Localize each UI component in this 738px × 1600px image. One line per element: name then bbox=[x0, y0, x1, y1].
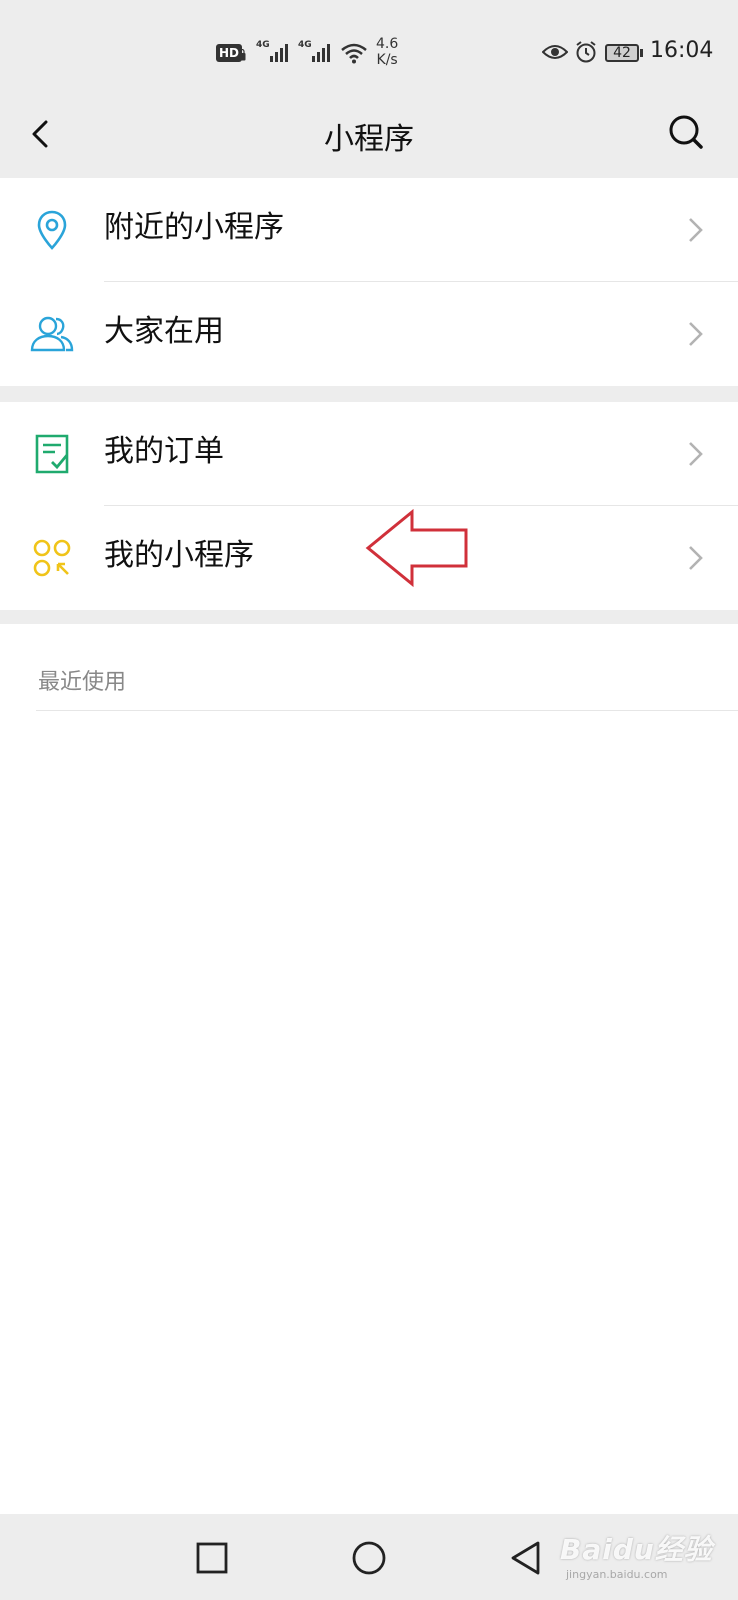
speed-unit: K/s bbox=[376, 52, 398, 68]
home-button[interactable] bbox=[349, 1538, 389, 1578]
system-back-button[interactable] bbox=[506, 1538, 546, 1578]
menu-item-nearby[interactable]: 附近的小程序 bbox=[0, 178, 738, 282]
screen: HD 4G 4G 4.6 K/s 42 16:04 小程序 附近的小程序 大家在… bbox=[0, 0, 738, 1600]
signal-icon-2 bbox=[312, 44, 330, 62]
triangle-back-icon bbox=[511, 1541, 540, 1575]
signal-icon-1 bbox=[270, 44, 288, 62]
alarm-icon bbox=[576, 41, 596, 63]
wifi-icon bbox=[341, 43, 367, 64]
menu-item-label: 我的小程序 bbox=[104, 538, 254, 573]
status-bar: HD 4G 4G 4.6 K/s 42 16:04 bbox=[0, 0, 738, 96]
menu-item-label: 附近的小程序 bbox=[104, 210, 284, 245]
sim-lock-icon bbox=[238, 49, 246, 61]
menu-item-orders[interactable]: 我的订单 bbox=[0, 402, 738, 506]
search-button[interactable] bbox=[666, 112, 706, 152]
speed-value: 4.6 bbox=[376, 36, 399, 52]
red-arrow-annotation bbox=[365, 508, 468, 588]
battery-tip bbox=[640, 49, 643, 57]
section-divider bbox=[36, 710, 738, 711]
nav-bar: 小程序 bbox=[0, 96, 738, 178]
chevron-right-icon bbox=[689, 442, 703, 466]
circle-icon bbox=[352, 1541, 386, 1575]
order-check-icon bbox=[35, 434, 69, 474]
network-label-2: 4G bbox=[298, 40, 312, 50]
network-speed: 4.6 K/s bbox=[376, 36, 398, 68]
chevron-right-icon bbox=[689, 218, 703, 242]
battery-indicator: 42 bbox=[605, 44, 639, 62]
recents-button[interactable] bbox=[192, 1538, 232, 1578]
menu-item-popular[interactable]: 大家在用 bbox=[0, 282, 738, 386]
chevron-right-icon bbox=[689, 546, 703, 570]
search-icon bbox=[669, 115, 703, 149]
network-label-1: 4G bbox=[256, 40, 270, 50]
eye-icon bbox=[542, 45, 568, 59]
menu-group-discover: 附近的小程序 大家在用 bbox=[0, 178, 738, 386]
recent-section-title: 最近使用 bbox=[38, 670, 127, 695]
page-title: 小程序 bbox=[324, 122, 414, 157]
group-separator bbox=[0, 386, 738, 402]
watermark: Baidu经验 bbox=[560, 1533, 713, 1566]
location-pin-icon bbox=[37, 210, 67, 250]
chevron-right-icon bbox=[689, 322, 703, 346]
square-icon bbox=[196, 1542, 228, 1574]
menu-item-label: 我的订单 bbox=[104, 434, 224, 469]
my-apps-icon bbox=[33, 539, 71, 577]
users-icon bbox=[30, 316, 74, 352]
watermark-url: jingyan.baidu.com bbox=[566, 1568, 668, 1581]
menu-item-label: 大家在用 bbox=[104, 314, 224, 349]
group-separator bbox=[0, 610, 738, 624]
status-time: 16:04 bbox=[650, 38, 714, 63]
